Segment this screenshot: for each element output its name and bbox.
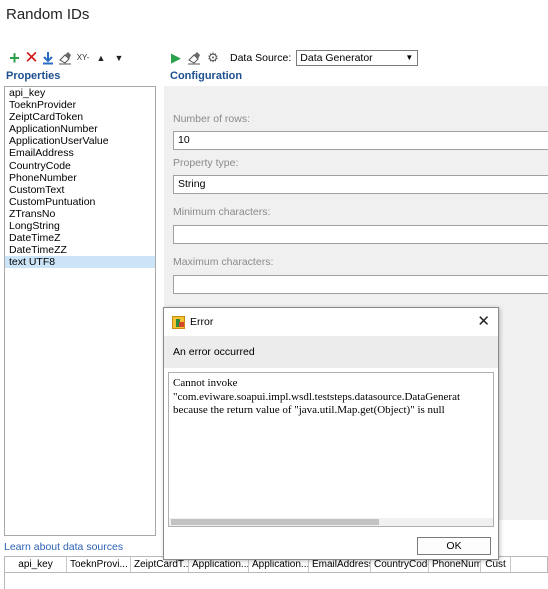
property-type-input[interactable]: String: [173, 175, 548, 194]
property-item[interactable]: DateTimeZZ: [5, 244, 155, 256]
property-item[interactable]: text UTF8: [5, 256, 155, 269]
property-type-label: Property type:: [173, 157, 239, 169]
soapui-logo-icon: [172, 316, 185, 329]
configuration-title: Configuration: [170, 70, 243, 82]
number-of-rows-input[interactable]: 10: [173, 131, 548, 150]
error-line: because the return value of "java.util.M…: [173, 404, 445, 416]
minimum-characters-label: Minimum characters:: [173, 206, 271, 218]
property-item[interactable]: CustomPuntuation: [5, 196, 155, 208]
move-up-icon[interactable]: ▲: [94, 50, 108, 66]
data-grid-body: [4, 573, 548, 589]
property-item[interactable]: api_key: [5, 87, 155, 99]
property-item[interactable]: EmailAddress: [5, 147, 155, 159]
add-property-icon[interactable]: +: [8, 49, 21, 67]
properties-title: Properties: [6, 70, 61, 82]
dialog-title: Error: [190, 316, 214, 328]
error-dialog: Error ✕ An error occurred Cannot invoke …: [163, 307, 499, 560]
property-item[interactable]: DateTimeZ: [5, 232, 155, 244]
property-item[interactable]: PhoneNumber: [5, 172, 155, 184]
ok-button[interactable]: OK: [417, 537, 491, 555]
horizontal-scrollbar[interactable]: [169, 518, 493, 526]
property-item[interactable]: ApplicationNumber: [5, 123, 155, 135]
property-item[interactable]: ZTransNo: [5, 208, 155, 220]
move-down-icon[interactable]: ▼: [112, 50, 126, 66]
gear-icon[interactable]: ⚙: [206, 50, 220, 66]
run-icon[interactable]: ▶: [170, 50, 182, 66]
property-item[interactable]: ZeiptCardToken: [5, 111, 155, 123]
close-icon[interactable]: ✕: [477, 312, 490, 330]
properties-list[interactable]: api_key ToeknProvider ZeiptCardToken Applic…: [4, 86, 156, 536]
property-item[interactable]: LongString: [5, 220, 155, 232]
property-item[interactable]: CountryCode: [5, 160, 155, 172]
maximum-characters-input[interactable]: [173, 275, 548, 294]
minimum-characters-input[interactable]: [173, 225, 548, 244]
property-item[interactable]: ToeknProvider: [5, 99, 155, 111]
clear-icon[interactable]: [187, 50, 201, 66]
scrollbar-thumb[interactable]: [171, 519, 379, 525]
data-source-label: Data Source:: [230, 52, 292, 64]
download-icon[interactable]: [42, 50, 54, 66]
property-item[interactable]: ApplicationUserValue: [5, 135, 155, 147]
delete-property-icon[interactable]: ✕: [24, 49, 38, 66]
chevron-down-icon: ▼: [405, 53, 414, 62]
maximum-characters-label: Maximum characters:: [173, 256, 274, 268]
error-line: Cannot invoke: [173, 377, 238, 389]
grid-column-header[interactable]: ToeknProvi...: [67, 557, 131, 572]
dialog-message-bar: An error occurred: [164, 336, 498, 368]
learn-data-sources-link[interactable]: Learn about data sources: [4, 541, 123, 553]
data-source-select[interactable]: Data Generator ▼: [296, 50, 419, 66]
properties-toolbar: + ✕ XY- ▲ ▼: [8, 49, 126, 67]
number-of-rows-label: Number of rows:: [173, 113, 251, 125]
configuration-toolbar: ▶ ⚙ Data Source: Data Generator ▼: [170, 50, 419, 66]
error-line: "com.eviware.soapui.impl.wsdl.teststeps.…: [173, 390, 461, 403]
window-title: Random IDs: [6, 6, 90, 23]
error-details-text[interactable]: Cannot invoke "com.eviware.soapui.impl.w…: [168, 372, 494, 527]
eraser-icon[interactable]: [58, 50, 72, 66]
xy-icon[interactable]: XY-: [76, 50, 90, 66]
dialog-titlebar: Error ✕: [164, 308, 498, 336]
dialog-message: An error occurred: [173, 346, 255, 358]
data-source-value: Data Generator: [300, 52, 373, 64]
property-item[interactable]: CustomText: [5, 184, 155, 196]
grid-column-header[interactable]: api_key: [5, 557, 67, 572]
